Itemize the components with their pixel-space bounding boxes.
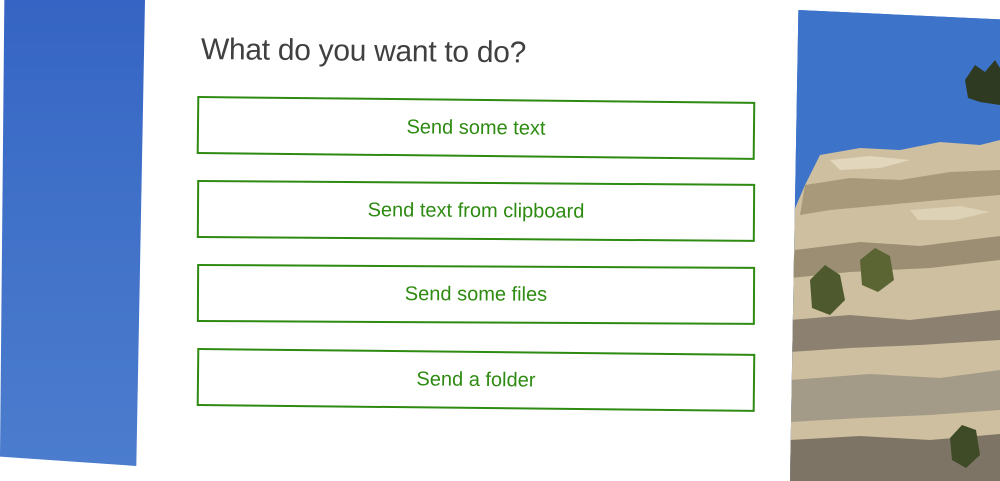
cliff-illustration	[790, 10, 1000, 481]
dialog-title: What do you want to do?	[200, 33, 527, 70]
share-action-dialog: What do you want to do? Send some text S…	[165, 0, 775, 481]
send-clipboard-button-label: Send text from clipboard	[367, 198, 585, 223]
send-text-button-label: Send some text	[406, 115, 546, 140]
send-folder-button-label: Send a folder	[416, 367, 536, 392]
send-text-button[interactable]: Send some text	[196, 96, 756, 160]
send-files-button[interactable]: Send some files	[196, 264, 756, 325]
background-sky-photo	[0, 0, 145, 466]
send-files-button-label: Send some files	[404, 282, 548, 306]
background-cliff-photo	[790, 10, 1000, 481]
send-folder-button[interactable]: Send a folder	[196, 348, 756, 412]
send-clipboard-button[interactable]: Send text from clipboard	[196, 180, 756, 242]
